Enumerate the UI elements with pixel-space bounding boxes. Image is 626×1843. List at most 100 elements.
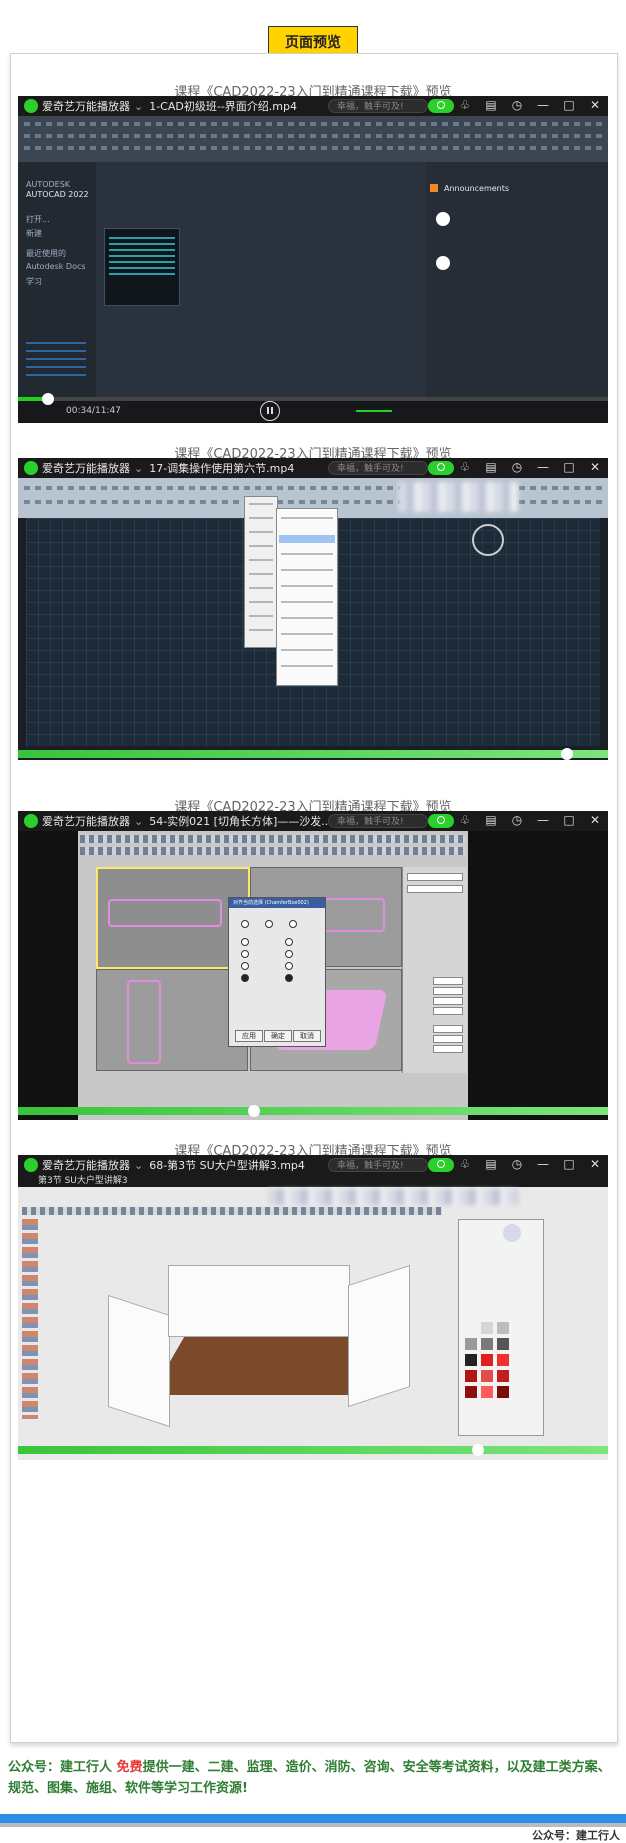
material-swatch[interactable] [481, 1386, 493, 1398]
video-screenshot-1[interactable]: 爱奇艺万能播放器 ⌄ 1-CAD初级班--界面介绍.mp4 幸福，触手可及! ♧… [18, 96, 608, 423]
cancel-button[interactable]: 取消 [293, 1030, 321, 1042]
ok-button[interactable]: 确定 [264, 1030, 292, 1042]
object-name-field[interactable] [407, 873, 463, 881]
message-icon[interactable]: ▤ [484, 98, 498, 112]
tool-palette[interactable] [22, 1219, 38, 1419]
highlighted-menu-item[interactable] [279, 535, 335, 543]
drawing-canvas[interactable] [26, 496, 600, 746]
material-swatch[interactable] [481, 1322, 493, 1334]
video-screenshot-4[interactable]: 爱奇艺万能播放器 ⌄ 68-第3节 SU大户型讲解3.mp4 幸福，触手可及! … [18, 1155, 608, 1460]
links-list[interactable] [26, 342, 86, 382]
material-swatch[interactable] [465, 1354, 477, 1366]
material-swatch[interactable] [497, 1370, 509, 1382]
video-screenshot-2[interactable]: 爱奇艺万能播放器 ⌄ 17-调集操作使用第六节.mp4 幸福，触手可及! ♧ ▤… [18, 458, 608, 760]
search-button[interactable] [428, 814, 454, 828]
search-input[interactable]: 幸福，触手可及! [328, 814, 428, 828]
material-swatch[interactable] [481, 1370, 493, 1382]
skin-icon[interactable]: ♧ [458, 813, 472, 827]
apply-button[interactable]: 应用 [235, 1030, 263, 1042]
radio-option[interactable] [241, 950, 249, 958]
viewcube-icon[interactable] [472, 524, 504, 556]
sidebar-item-recent[interactable]: 最近使用的 [26, 248, 66, 259]
progress-track[interactable] [18, 1444, 608, 1456]
close-icon[interactable]: ✕ [588, 813, 602, 827]
param-field[interactable] [433, 977, 463, 985]
align-dialog[interactable]: 对齐当前选择 (ChamferBox002) 应用 确定 取消 [228, 897, 326, 1047]
history-icon[interactable]: ◷ [510, 98, 524, 112]
param-field[interactable] [433, 1035, 463, 1043]
message-icon[interactable]: ▤ [484, 1157, 498, 1171]
message-icon[interactable]: ▤ [484, 460, 498, 474]
radio-option-selected[interactable] [241, 974, 249, 982]
maximize-icon[interactable]: □ [562, 1157, 576, 1171]
skin-icon[interactable]: ♧ [458, 1157, 472, 1171]
search-button[interactable] [428, 1158, 454, 1172]
maximize-icon[interactable]: □ [562, 460, 576, 474]
minimize-icon[interactable]: — [536, 1157, 550, 1171]
search-input[interactable]: 幸福，触手可及! [328, 1158, 428, 1172]
message-icon[interactable]: ▤ [484, 813, 498, 827]
maximize-icon[interactable]: □ [562, 98, 576, 112]
search-button[interactable] [428, 461, 454, 475]
radio-option-selected[interactable] [285, 974, 293, 982]
progress-track[interactable] [18, 1105, 608, 1117]
sidebar-item-docs[interactable]: Autodesk Docs [26, 262, 86, 271]
volume-slider[interactable] [356, 410, 392, 412]
history-icon[interactable]: ◷ [510, 460, 524, 474]
sidebar-item-open[interactable]: 打开... [26, 214, 50, 225]
radio-option[interactable] [241, 962, 249, 970]
history-icon[interactable]: ◷ [510, 813, 524, 827]
material-swatch[interactable] [497, 1338, 509, 1350]
modifier-list[interactable] [407, 885, 463, 893]
param-field[interactable] [433, 1007, 463, 1015]
close-icon[interactable]: ✕ [588, 460, 602, 474]
history-icon[interactable]: ◷ [510, 1157, 524, 1171]
progress-track[interactable] [18, 748, 608, 760]
material-swatch[interactable] [465, 1370, 477, 1382]
chevron-down-icon[interactable]: ⌄ [134, 815, 143, 828]
recent-file-thumbnail[interactable] [104, 228, 180, 306]
maximize-icon[interactable]: □ [562, 813, 576, 827]
progress-knob[interactable] [472, 1444, 485, 1456]
radio-option[interactable] [241, 920, 249, 928]
material-swatch[interactable] [497, 1354, 509, 1366]
param-field[interactable] [433, 1025, 463, 1033]
sidebar-item-learn[interactable]: 学习 [26, 276, 42, 287]
radio-option[interactable] [285, 938, 293, 946]
material-swatch[interactable] [465, 1386, 477, 1398]
radio-option[interactable] [285, 962, 293, 970]
pause-button[interactable] [260, 401, 280, 421]
submenu[interactable] [276, 508, 338, 686]
param-field[interactable] [433, 997, 463, 1005]
minimize-icon[interactable]: — [536, 460, 550, 474]
material-swatch[interactable] [465, 1322, 477, 1334]
skin-icon[interactable]: ♧ [458, 98, 472, 112]
viewport-top[interactable] [96, 867, 250, 969]
minimize-icon[interactable]: — [536, 813, 550, 827]
viewport-left[interactable] [96, 969, 248, 1071]
radio-option[interactable] [265, 920, 273, 928]
param-field[interactable] [433, 1045, 463, 1053]
progress-track[interactable] [18, 393, 608, 405]
sidebar-item-new[interactable]: 新建 [26, 228, 42, 239]
video-screenshot-3[interactable]: 爱奇艺万能播放器 ⌄ 54-实例021 [切角长方体]——沙发... 幸福，触手… [18, 811, 608, 1120]
dropdown-menu[interactable] [244, 496, 278, 648]
material-swatch[interactable] [497, 1386, 509, 1398]
radio-option[interactable] [241, 938, 249, 946]
material-swatch[interactable] [481, 1354, 493, 1366]
search-input[interactable]: 幸福，触手可及! [328, 99, 428, 113]
material-swatch[interactable] [497, 1322, 509, 1334]
search-input[interactable]: 幸福，触手可及! [328, 461, 428, 475]
progress-knob[interactable] [560, 748, 573, 760]
skin-icon[interactable]: ♧ [458, 460, 472, 474]
close-icon[interactable]: ✕ [588, 98, 602, 112]
close-icon[interactable]: ✕ [588, 1157, 602, 1171]
material-swatch[interactable] [465, 1338, 477, 1350]
progress-knob[interactable] [41, 393, 54, 405]
minimize-icon[interactable]: — [536, 98, 550, 112]
param-field[interactable] [433, 987, 463, 995]
chevron-down-icon[interactable]: ⌄ [134, 100, 143, 113]
radio-option[interactable] [289, 920, 297, 928]
search-button[interactable] [428, 99, 454, 113]
material-swatch[interactable] [481, 1338, 493, 1350]
